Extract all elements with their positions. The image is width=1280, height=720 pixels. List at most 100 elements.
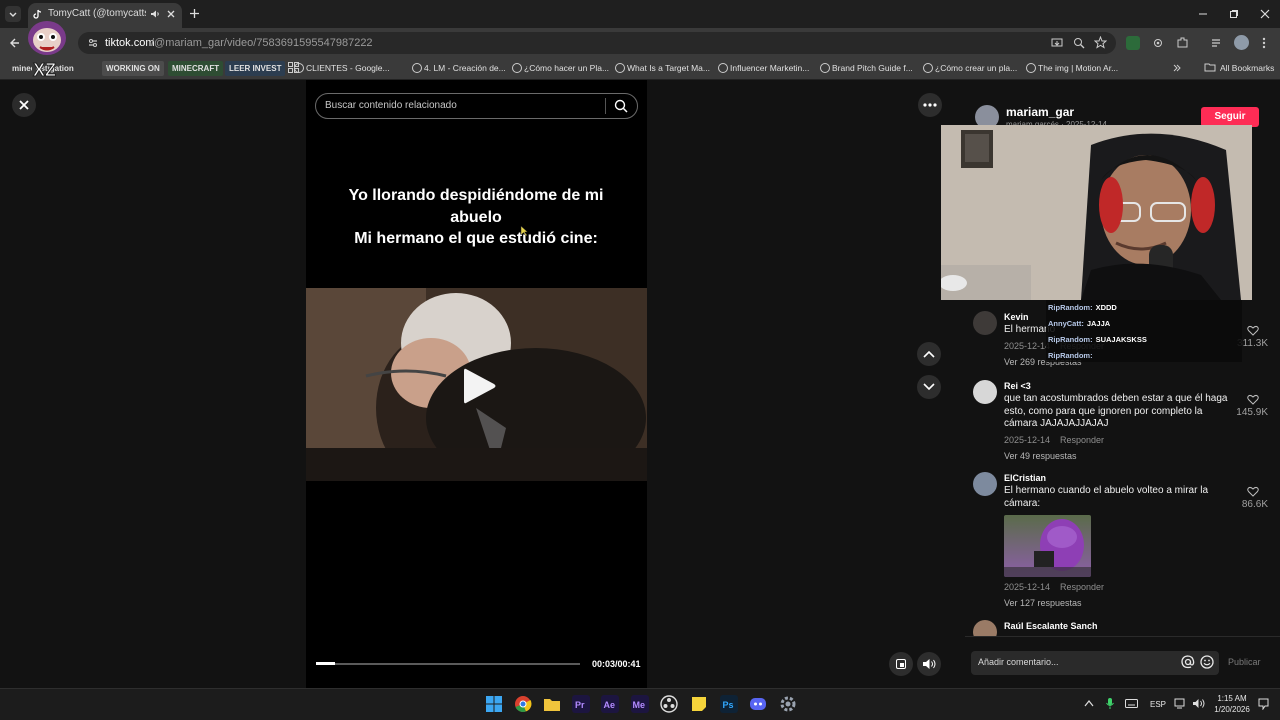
settings-gear-icon[interactable] [779,695,797,713]
new-tab-icon[interactable] [189,8,200,19]
floating-player-button[interactable] [889,652,913,676]
bookmark-item[interactable]: Influencer Marketin... [730,61,809,76]
comment-text: El hermano cuando el abuelo volteo a mir… [1004,485,1209,509]
comment-author[interactable]: Raúl Escalante Sanch [1004,621,1098,631]
minimize-icon[interactable] [1198,9,1208,19]
zoom-icon[interactable] [1073,37,1085,49]
sticky-notes-icon[interactable] [690,695,708,713]
start-icon[interactable] [485,695,503,713]
play-icon[interactable] [460,366,500,406]
bookmark-favicon-icon [512,63,522,73]
chat-message: AnnyCatt: JAJJA [1048,319,1110,328]
view-replies-button[interactable]: Ver 127 respuestas [1004,598,1082,608]
caption-line-2: abuelo [450,208,502,226]
comment-reply-button[interactable]: Responder [1060,435,1104,445]
comment-avatar[interactable] [973,380,997,404]
chrome-icon[interactable] [514,695,532,713]
network-icon[interactable] [1174,698,1187,709]
bookmarks-overflow-icon[interactable] [1172,63,1182,73]
after-effects-icon[interactable]: Ae [601,695,619,713]
apps-grid-icon[interactable] [288,62,299,73]
extensions-puzzle-icon[interactable] [1176,36,1189,49]
next-video-button[interactable] [917,375,941,399]
emoji-icon[interactable] [1200,655,1214,669]
keyboard-icon[interactable] [1125,699,1138,708]
language-indicator[interactable]: ESP [1150,700,1166,709]
comment-text: que tan acostumbrados deben estar a que … [1004,393,1228,429]
author-username[interactable]: mariam_gar [1006,105,1074,119]
bookmark-favicon-icon [718,63,728,73]
close-window-icon[interactable] [1260,9,1270,19]
streamer-mascot-sticker: XZ [24,18,70,80]
like-heart-icon[interactable] [1247,486,1259,497]
discord-icon[interactable] [749,695,767,713]
bookmark-item[interactable]: Brand Pitch Guide f... [832,61,913,76]
profile-avatar-icon[interactable] [1234,35,1249,50]
tab-close-icon[interactable] [166,9,176,19]
follow-button[interactable]: Seguir [1201,107,1259,127]
all-bookmarks-folder-icon [1204,62,1216,72]
restore-icon[interactable] [1229,9,1239,19]
comment-avatar[interactable] [973,311,997,335]
publish-button[interactable]: Publicar [1228,657,1261,667]
microphone-icon[interactable] [1105,697,1115,710]
bookmark-item[interactable]: 4. LM - Creación de... [424,61,506,76]
bookmark-item[interactable]: MINECRAFT [168,61,224,76]
tab-search-button[interactable] [5,6,21,22]
back-icon[interactable] [9,37,21,49]
media-control-icon[interactable] [1211,37,1223,49]
bookmark-favicon-icon [1026,63,1036,73]
chevron-down-icon [9,12,17,17]
search-icon[interactable] [614,99,628,113]
bookmark-item[interactable]: What Is a Target Ma... [627,61,710,76]
volume-icon [923,659,936,669]
chat-username: RipRandom: [1048,335,1093,344]
bookmark-item[interactable]: ¿Cómo crear un pla... [935,61,1017,76]
url-host: tiktok.com [105,37,155,49]
extension-badge-icon[interactable] [1126,36,1140,50]
like-heart-icon[interactable] [1247,325,1259,336]
bookmark-item[interactable]: CLIENTES - Google... [306,61,390,76]
browser-menu-icon[interactable] [1262,37,1266,49]
caption-line-1: Yo llorando despidiéndome de mi [348,187,604,204]
tray-chevron-up-icon[interactable] [1084,699,1094,707]
clock[interactable]: 1:15 AM 1/20/2026 [1212,693,1252,715]
media-encoder-icon[interactable]: Me [631,695,649,713]
speaker-icon[interactable] [1192,698,1205,709]
bookmark-item[interactable]: WORKING ON [102,61,164,76]
site-info-icon[interactable] [87,37,99,49]
bookmark-star-icon[interactable] [1094,36,1107,49]
previous-video-button[interactable] [917,342,941,366]
extension-eye-icon[interactable] [1152,37,1164,49]
comment-author[interactable]: ElCristian [1004,473,1046,483]
chat-text: JAJJA [1086,319,1111,328]
like-heart-icon[interactable] [1247,394,1259,405]
view-replies-button[interactable]: Ver 49 respuestas [1004,451,1077,461]
install-app-icon[interactable] [1051,37,1063,49]
bookmark-item[interactable]: The img | Motion Ar... [1038,61,1118,76]
chat-username: RipRandom: [1048,351,1093,360]
more-dots-icon [923,103,937,107]
premiere-icon[interactable]: Pr [572,695,590,713]
more-options-button[interactable] [918,93,942,117]
comment-author[interactable]: Kevin [1004,312,1029,322]
comment-reply-button[interactable]: Responder [1060,582,1104,592]
volume-button[interactable] [917,652,941,676]
all-bookmarks[interactable]: All Bookmarks [1220,61,1274,76]
obs-icon[interactable] [660,695,678,713]
photoshop-icon[interactable]: Ps [720,695,738,713]
notifications-icon[interactable] [1258,698,1269,710]
search-divider [605,98,606,114]
bookmark-item[interactable]: LEER INVEST [225,61,286,76]
comment-author[interactable]: Rei <3 [1004,381,1031,391]
comment-avatar[interactable] [973,472,997,496]
svg-text:XZ: XZ [33,60,56,80]
progress-track[interactable] [316,663,580,665]
video-time: 00:03/00:41 [592,659,641,669]
tab-audio-icon[interactable] [150,9,160,19]
file-explorer-icon[interactable] [543,695,561,713]
mention-icon[interactable] [1181,655,1195,669]
close-video-button[interactable] [12,93,36,117]
bookmark-item[interactable]: ¿Cómo hacer un Pla... [524,61,609,76]
progress-fill [316,662,335,665]
